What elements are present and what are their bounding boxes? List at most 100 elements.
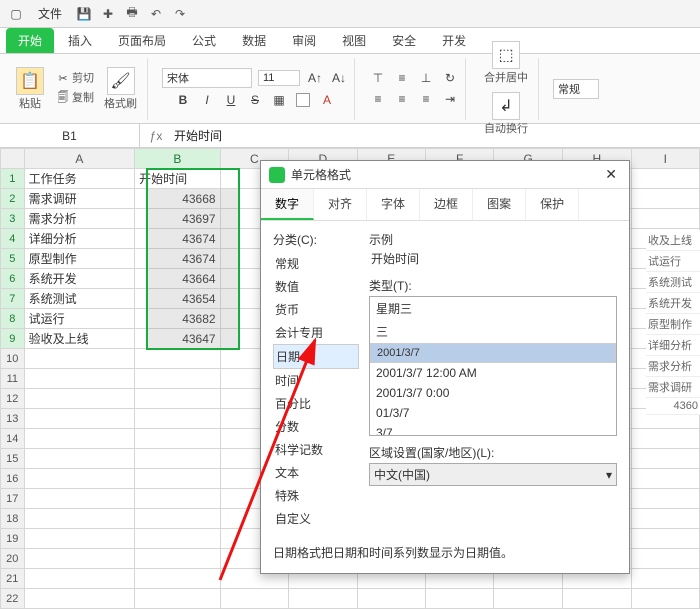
align-left-icon[interactable]: ≡ [369, 90, 387, 108]
row-header[interactable]: 7 [1, 289, 25, 309]
dlg-tab-border[interactable]: 边框 [420, 189, 473, 220]
row-header[interactable]: 17 [1, 489, 25, 509]
category-item[interactable]: 常规 [273, 252, 359, 275]
row-header[interactable]: 4 [1, 229, 25, 249]
cell[interactable]: 43668 [135, 189, 220, 209]
dlg-tab-number[interactable]: 数字 [261, 189, 314, 220]
tab-data[interactable]: 数据 [230, 28, 278, 53]
cell[interactable]: 工作任务 [24, 169, 134, 189]
type-item[interactable]: 3/7 [370, 423, 616, 436]
tab-security[interactable]: 安全 [380, 28, 428, 53]
row-header[interactable]: 1 [1, 169, 25, 189]
cell[interactable]: 43647 [135, 329, 220, 349]
category-item[interactable]: 货币 [273, 298, 359, 321]
row-header[interactable]: 18 [1, 509, 25, 529]
orientation-icon[interactable]: ↻ [441, 69, 459, 87]
tab-view[interactable]: 视图 [330, 28, 378, 53]
tab-formula[interactable]: 公式 [180, 28, 228, 53]
cell[interactable]: 需求分析 [24, 209, 134, 229]
col-header-B[interactable]: B [135, 149, 220, 169]
type-item[interactable]: 三 [370, 320, 616, 343]
fx-icon[interactable]: ƒx [148, 128, 164, 144]
tab-page-layout[interactable]: 页面布局 [106, 28, 178, 53]
row-header[interactable]: 15 [1, 449, 25, 469]
file-menu[interactable]: 文件 [30, 5, 70, 22]
cell[interactable]: 43664 [135, 269, 220, 289]
border-icon[interactable]: ▦ [270, 91, 288, 109]
type-list[interactable]: 星期三 三 2001/3/7 2001/3/7 12:00 AM 2001/3/… [369, 296, 617, 436]
name-box[interactable]: B1 [0, 124, 140, 147]
category-item-date[interactable]: 日期 [273, 344, 359, 369]
paste-button[interactable]: 📋 粘贴 [12, 65, 48, 113]
row-header[interactable]: 19 [1, 529, 25, 549]
row-header[interactable]: 14 [1, 429, 25, 449]
formula-input[interactable]: 开始时间 [174, 127, 222, 144]
align-center-icon[interactable]: ≡ [393, 90, 411, 108]
dlg-tab-protect[interactable]: 保护 [526, 189, 579, 220]
font-name-select[interactable]: 宋体 [162, 68, 252, 88]
category-item[interactable]: 会计专用 [273, 321, 359, 344]
cell[interactable]: 43674 [135, 249, 220, 269]
row-header[interactable]: 21 [1, 569, 25, 589]
cell[interactable]: 43682 [135, 309, 220, 329]
type-item[interactable]: 星期三 [370, 297, 616, 320]
print-icon[interactable]: 🖶 [122, 4, 142, 24]
type-item[interactable]: 2001/3/7 [370, 343, 616, 363]
undo-icon[interactable]: ↶ [146, 4, 166, 24]
align-bottom-icon[interactable]: ⊥ [417, 69, 435, 87]
tab-review[interactable]: 审阅 [280, 28, 328, 53]
row-header[interactable]: 10 [1, 349, 25, 369]
align-middle-icon[interactable]: ≡ [393, 69, 411, 87]
strike-icon[interactable]: S [246, 91, 264, 109]
row-header[interactable]: 20 [1, 549, 25, 569]
close-icon[interactable]: ✕ [601, 166, 621, 183]
new-icon[interactable]: ✚ [98, 4, 118, 24]
italic-icon[interactable]: I [198, 91, 216, 109]
category-item[interactable]: 科学记数 [273, 438, 359, 461]
number-format-select[interactable]: 常规 [553, 79, 599, 99]
dlg-tab-pattern[interactable]: 图案 [473, 189, 526, 220]
locale-select[interactable]: 中文(中国) ▾ [369, 463, 617, 486]
col-header-I[interactable]: I [631, 149, 699, 169]
redo-icon[interactable]: ↷ [170, 4, 190, 24]
tab-start[interactable]: 开始 [6, 28, 54, 53]
tab-insert[interactable]: 插入 [56, 28, 104, 53]
decrease-font-icon[interactable]: A↓ [330, 69, 348, 87]
format-painter-button[interactable]: 🖌 格式刷 [100, 65, 141, 113]
cell[interactable]: 详细分析 [24, 229, 134, 249]
cut-button[interactable]: ✂剪切 [54, 69, 94, 87]
cell[interactable]: 43697 [135, 209, 220, 229]
cell[interactable]: 试运行 [24, 309, 134, 329]
dlg-tab-font[interactable]: 字体 [367, 189, 420, 220]
row-header[interactable]: 11 [1, 369, 25, 389]
indent-icon[interactable]: ⇥ [441, 90, 459, 108]
cell[interactable]: 系统测试 [24, 289, 134, 309]
cell[interactable]: 43674 [135, 229, 220, 249]
underline-icon[interactable]: U [222, 91, 240, 109]
col-header-A[interactable]: A [24, 149, 134, 169]
increase-font-icon[interactable]: A↑ [306, 69, 324, 87]
fill-color-icon[interactable] [294, 91, 312, 109]
row-header[interactable]: 12 [1, 389, 25, 409]
row-header[interactable]: 22 [1, 589, 25, 609]
category-item[interactable]: 特殊 [273, 484, 359, 507]
dialog-titlebar[interactable]: 单元格格式 ✕ [261, 161, 629, 189]
type-item[interactable]: 2001/3/7 0:00 [370, 383, 616, 403]
cell[interactable]: 43654 [135, 289, 220, 309]
save-icon[interactable]: 💾 [74, 4, 94, 24]
copy-button[interactable]: 🗐复制 [54, 89, 94, 108]
row-header[interactable]: 16 [1, 469, 25, 489]
cell[interactable]: 需求调研 [24, 189, 134, 209]
dlg-tab-align[interactable]: 对齐 [314, 189, 367, 220]
row-header[interactable]: 9 [1, 329, 25, 349]
tab-developer[interactable]: 开发 [430, 28, 478, 53]
category-item[interactable]: 文本 [273, 461, 359, 484]
cell[interactable]: 开始时间 [135, 169, 220, 189]
align-right-icon[interactable]: ≡ [417, 90, 435, 108]
merge-center-button[interactable]: ⬚ 合并居中 [480, 39, 532, 87]
category-item[interactable]: 数值 [273, 275, 359, 298]
row-header[interactable]: 13 [1, 409, 25, 429]
category-item[interactable]: 分数 [273, 415, 359, 438]
align-top-icon[interactable]: ⊤ [369, 69, 387, 87]
select-all-corner[interactable] [1, 149, 25, 169]
